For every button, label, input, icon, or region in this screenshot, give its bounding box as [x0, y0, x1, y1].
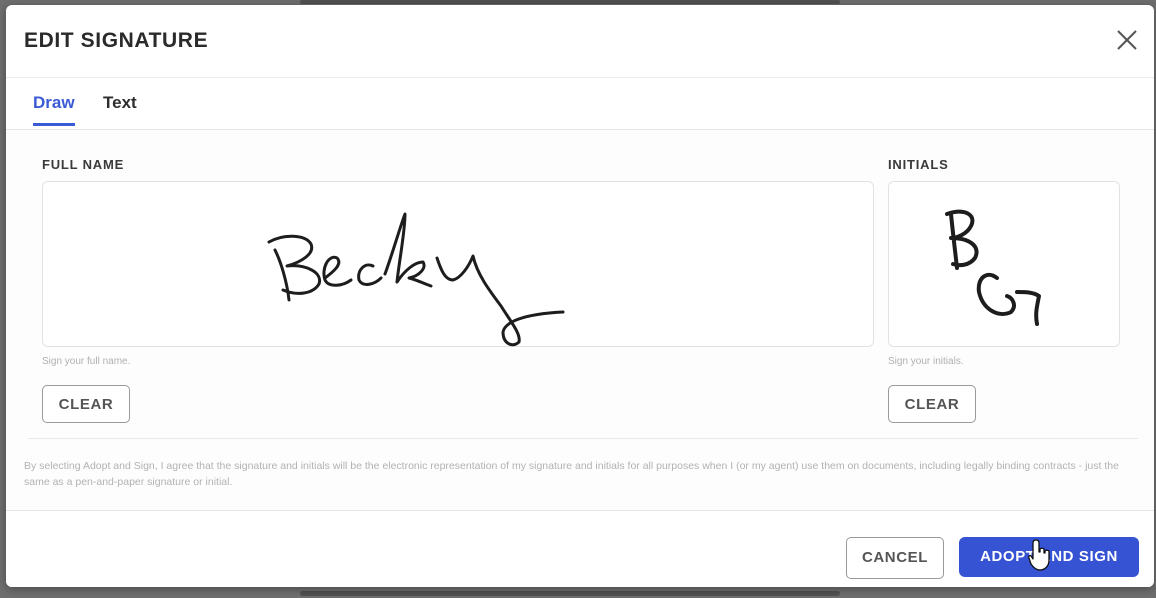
- dialog-header: EDIT SIGNATURE: [6, 5, 1154, 78]
- initials-label: INITIALS: [888, 157, 949, 172]
- clear-initials-button[interactable]: CLEAR: [888, 385, 976, 423]
- adopt-and-sign-button[interactable]: ADOPT AND SIGN: [959, 537, 1139, 577]
- clear-full-name-button[interactable]: CLEAR: [42, 385, 130, 423]
- initials-hint: Sign your initials.: [888, 356, 964, 367]
- full-name-signature-pad[interactable]: [42, 181, 874, 347]
- signature-body: FULL NAME Sign your full name. CLEAR INI…: [6, 130, 1154, 510]
- full-name-signature-drawing: [267, 212, 565, 347]
- backdrop-text-top: [300, 0, 840, 4]
- signature-tabs: Draw Text: [6, 77, 1154, 130]
- full-name-hint: Sign your full name.: [42, 356, 131, 367]
- initials-signature-drawing: [945, 209, 1041, 326]
- full-name-label: FULL NAME: [42, 157, 125, 172]
- backdrop-text-bottom: [300, 591, 840, 596]
- tab-draw[interactable]: Draw: [33, 93, 75, 126]
- legal-disclaimer: By selecting Adopt and Sign, I agree tha…: [24, 460, 1119, 488]
- dialog-footer: CANCEL ADOPT AND SIGN: [6, 510, 1154, 587]
- close-icon[interactable]: [1114, 27, 1140, 53]
- cancel-button[interactable]: CANCEL: [846, 537, 944, 579]
- edit-signature-dialog: EDIT SIGNATURE Draw Text FULL NAME Sign …: [6, 5, 1154, 587]
- dialog-title: EDIT SIGNATURE: [24, 29, 209, 52]
- tab-text[interactable]: Text: [103, 93, 137, 123]
- initials-signature-pad[interactable]: [888, 181, 1120, 347]
- content-divider: [28, 438, 1138, 439]
